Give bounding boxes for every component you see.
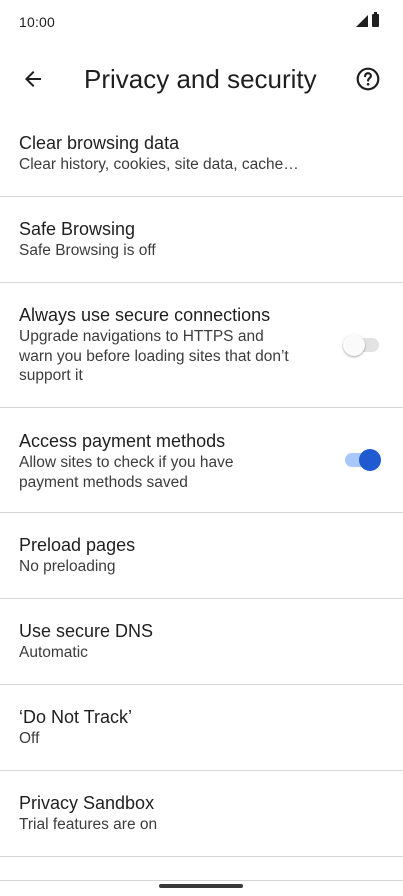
setting-preload-pages[interactable]: Preload pages No preloading bbox=[0, 513, 403, 599]
status-icons bbox=[356, 12, 379, 27]
secure-connections-toggle[interactable] bbox=[343, 325, 381, 365]
setting-summary-line: support it bbox=[19, 367, 83, 384]
payment-methods-toggle[interactable] bbox=[343, 440, 381, 480]
setting-title: Privacy Sandbox bbox=[19, 793, 155, 813]
status-time: 10:00 bbox=[19, 14, 56, 30]
setting-summary: Off bbox=[19, 730, 40, 747]
app-bar: Privacy and security bbox=[0, 44, 403, 116]
setting-summary-line: warn you before loading sites that don’t bbox=[19, 347, 289, 365]
setting-safe-browsing[interactable]: Safe Browsing Safe Browsing is off bbox=[0, 197, 403, 283]
setting-summary: No preloading bbox=[19, 558, 116, 575]
settings-list: Clear browsing data Clear history, cooki… bbox=[0, 111, 403, 881]
setting-title: Clear browsing data bbox=[19, 133, 180, 153]
setting-title: Preload pages bbox=[19, 535, 136, 555]
setting-title: Access payment methods bbox=[19, 431, 226, 451]
toggle-thumb bbox=[359, 449, 381, 471]
back-button[interactable] bbox=[10, 56, 56, 102]
setting-access-payment-methods[interactable]: Access payment methods Allow sites to ch… bbox=[0, 408, 403, 513]
setting-summary-line: payment methods saved bbox=[19, 473, 188, 491]
signal-icon bbox=[356, 14, 368, 27]
setting-use-secure-dns[interactable]: Use secure DNS Automatic bbox=[0, 599, 403, 685]
setting-summary-line: Upgrade navigations to HTTPS and bbox=[19, 328, 264, 345]
setting-summary-line: Allow sites to check if you have bbox=[19, 454, 234, 471]
setting-clear-browsing-data[interactable]: Clear browsing data Clear history, cooki… bbox=[0, 111, 403, 197]
arrow-back-icon bbox=[25, 71, 41, 87]
setting-title: ‘Do Not Track’ bbox=[19, 707, 133, 727]
setting-title: Use secure DNS bbox=[19, 621, 154, 641]
setting-summary: Automatic bbox=[19, 644, 88, 661]
setting-do-not-track[interactable]: ‘Do Not Track’ Off bbox=[0, 685, 403, 771]
status-bar: 10:00 bbox=[0, 0, 403, 44]
setting-always-use-secure-connections[interactable]: Always use secure connections Upgrade na… bbox=[0, 283, 403, 408]
help-button[interactable] bbox=[345, 56, 391, 102]
gesture-nav-handle[interactable] bbox=[159, 884, 243, 888]
setting-summary: Clear history, cookies, site data, cache… bbox=[19, 156, 299, 173]
setting-title: Always use secure connections bbox=[19, 305, 271, 325]
setting-partial-next[interactable] bbox=[0, 857, 403, 881]
setting-summary: Trial features are on bbox=[19, 816, 158, 833]
setting-privacy-sandbox[interactable]: Privacy Sandbox Trial features are on bbox=[0, 771, 403, 857]
page-title: Privacy and security bbox=[84, 64, 317, 94]
setting-title: Safe Browsing bbox=[19, 219, 136, 239]
battery-icon bbox=[372, 12, 379, 27]
setting-summary: Safe Browsing is off bbox=[19, 242, 156, 259]
help-icon bbox=[356, 67, 380, 91]
toggle-thumb bbox=[343, 334, 365, 356]
